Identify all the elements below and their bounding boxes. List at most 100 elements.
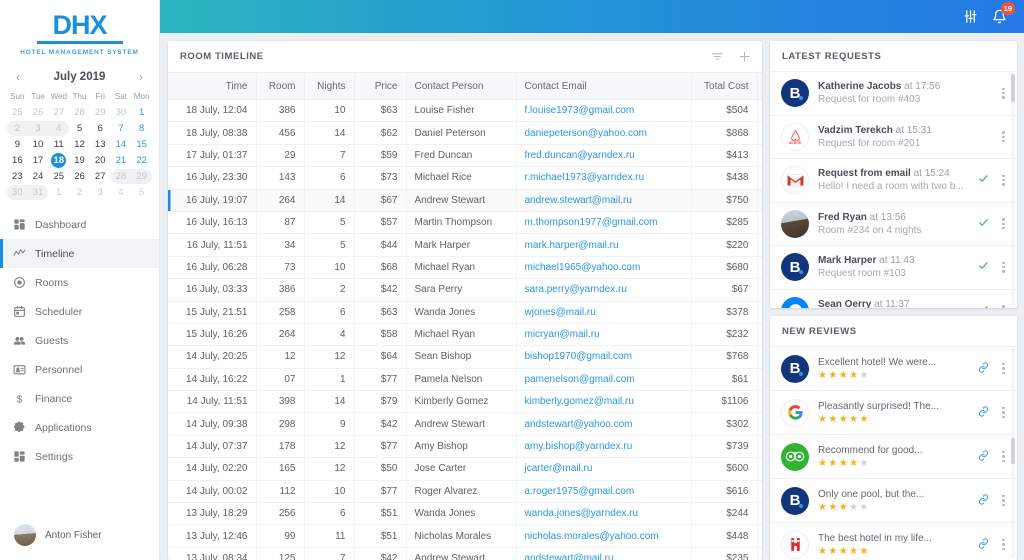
table-row[interactable]: 15 July, 21:51 258 6 $63 Wanda Jones wjones@m… [168, 301, 762, 324]
calendar-day[interactable]: 27 [48, 105, 69, 120]
calendar-day[interactable]: 26 [28, 105, 49, 120]
table-row[interactable]: 14 July, 11:51 398 14 $79 Kimberly Gomez kimb… [168, 390, 762, 414]
status-badge[interactable]: not paid [757, 121, 762, 145]
calendar-day[interactable]: 31 [27, 185, 49, 200]
cell-email[interactable]: f.louise1973@gmail.com [516, 99, 692, 123]
cell-email[interactable]: mark.harper@mail.ru [516, 233, 692, 257]
sidebar-item-applications[interactable]: Applications [0, 413, 159, 442]
email-link[interactable]: amy.bishop@yarndex.ru [525, 441, 633, 452]
email-link[interactable]: mark.harper@mail.ru [525, 240, 619, 251]
status-badge[interactable]: paid [757, 211, 762, 235]
sliders-icon[interactable] [963, 9, 978, 24]
email-link[interactable]: daniepeterson@yahoo.com [525, 128, 647, 139]
table-row[interactable]: 14 July, 16:22 07 1 $77 Pamela Nelson pamenel… [168, 368, 762, 392]
calendar-day[interactable]: 9 [7, 137, 28, 152]
calendar-day[interactable]: 22 [131, 153, 152, 168]
table-row[interactable]: 13 July, 12:46 99 11 $51 Nicholas Morales nic… [168, 524, 762, 548]
email-link[interactable]: m.thompson1977@gmail.com [525, 217, 658, 228]
request-item[interactable]: airbnb Vadzim Terekch at 15:31 Request for… [770, 114, 1017, 159]
email-link[interactable]: andstewart@yahoo.com [525, 419, 633, 430]
table-row[interactable]: 14 July, 20:25 12 12 $64 Sean Bishop bishop19… [168, 345, 762, 369]
reviews-scrollbar-thumb[interactable] [1011, 438, 1015, 464]
review-menu-icon[interactable] [999, 449, 1008, 464]
email-link[interactable]: andrew.stewart@mail.ru [525, 195, 632, 206]
column-header-time[interactable]: Time [168, 72, 257, 100]
calendar-day[interactable]: 7 [111, 121, 132, 136]
table-row[interactable]: 13 July, 08:34 125 7 $42 Andrew Stewart andst… [168, 547, 762, 560]
check-icon[interactable] [977, 217, 990, 231]
column-header-room[interactable]: Room [256, 72, 305, 100]
calendar-day[interactable]: 13 [90, 137, 111, 152]
review-item[interactable]: Recommend for good... ★★★★★ [770, 434, 1017, 478]
status-badge[interactable]: paid [757, 99, 762, 123]
cell-email[interactable]: wanda.jones@yarndex.ru [516, 502, 692, 526]
calendar-day[interactable]: 25 [48, 169, 69, 184]
sidebar-item-settings[interactable]: Settings [0, 442, 159, 471]
table-scroll-region[interactable]: Time Room Nights Price Contact Person Contact… [168, 72, 762, 560]
email-link[interactable]: jcarter@mail.ru [525, 463, 593, 474]
calendar-day[interactable]: 3 [90, 185, 111, 200]
calendar-day[interactable]: 2 [7, 121, 28, 136]
sidebar-item-guests[interactable]: Guests [0, 326, 159, 355]
filter-icon[interactable] [711, 50, 724, 63]
check-icon[interactable] [977, 304, 990, 308]
calendar-prev-icon[interactable]: ‹ [11, 70, 25, 84]
cell-email[interactable]: wjones@mail.ru [516, 301, 692, 324]
sidebar-item-dashboard[interactable]: Dashboard [0, 210, 159, 239]
status-badge[interactable]: booked [757, 323, 762, 347]
status-badge[interactable]: booked [757, 390, 762, 414]
calendar-day[interactable]: 30 [7, 185, 28, 200]
cell-email[interactable]: fred.duncan@yarndex.ru [516, 144, 692, 168]
email-link[interactable]: wanda.jones@yarndex.ru [525, 508, 639, 519]
calendar-day[interactable]: 5 [131, 185, 152, 200]
cell-email[interactable]: kimberly.gomez@mail.ru [516, 390, 692, 414]
calendar-day[interactable]: 28 [110, 169, 132, 184]
table-row[interactable]: 14 July, 00:02 112 10 $77 Roger Alvarez a.rog… [168, 480, 762, 504]
plus-icon[interactable] [738, 50, 751, 63]
calendar-day[interactable]: 15 [131, 137, 152, 152]
email-link[interactable]: f.louise1973@gmail.com [525, 105, 635, 116]
calendar-day[interactable]: 18 [48, 153, 69, 168]
cell-email[interactable]: jcarter@mail.ru [516, 457, 692, 481]
email-link[interactable]: pamenelson@gmail.com [525, 374, 635, 385]
calendar-next-icon[interactable]: › [134, 70, 148, 84]
email-link[interactable]: bishop1970@gmail.com [525, 351, 632, 362]
calendar-day[interactable]: 4 [111, 185, 132, 200]
calendar-day[interactable]: 11 [48, 137, 69, 152]
calendar-day[interactable]: 4 [48, 121, 70, 136]
sidebar-user[interactable]: Anton Fisher [0, 524, 159, 560]
sidebar-item-scheduler[interactable]: Scheduler [0, 297, 159, 326]
calendar-day[interactable]: 1 [48, 185, 69, 200]
calendar-day[interactable]: 10 [28, 137, 49, 152]
cell-email[interactable]: micryan@mail.ru [516, 323, 692, 347]
cell-email[interactable]: a.roger1975@gmail.com [516, 480, 692, 504]
status-badge[interactable]: paid [757, 345, 762, 369]
email-link[interactable]: michael1965@yahoo.com [525, 262, 641, 273]
column-header-total-cost[interactable]: Total Cost [691, 72, 758, 100]
status-badge[interactable]: not paid [757, 457, 762, 481]
request-item[interactable]: Request from email at 15:24 Hello! I need… [770, 158, 1017, 202]
status-badge[interactable]: not paid [757, 368, 762, 392]
column-header-nights[interactable]: Nights [304, 72, 355, 100]
calendar-day[interactable]: 20 [90, 153, 111, 168]
logo[interactable]: DHX HOTEL MANAGEMENT SYSTEM [0, 0, 159, 66]
status-badge[interactable]: paid [757, 435, 762, 459]
link-icon[interactable] [976, 360, 990, 378]
calendar-day[interactable]: 25 [7, 105, 28, 120]
calendar-day[interactable]: 16 [7, 153, 28, 168]
table-row[interactable]: 16 July, 23:30 143 6 $73 Michael Rice r.micha… [168, 166, 762, 190]
request-menu-icon[interactable] [999, 303, 1008, 308]
calendar-day[interactable]: 24 [28, 169, 49, 184]
review-menu-icon[interactable] [999, 405, 1008, 420]
sidebar-item-timeline[interactable]: Timeline [0, 239, 159, 268]
column-header-contact-person[interactable]: Contact Person [406, 72, 517, 100]
calendar-day[interactable]: 8 [131, 121, 152, 136]
calendar-day[interactable]: 27 [90, 169, 111, 184]
table-row[interactable]: 16 July, 11:51 34 5 $44 Mark Harper mark.harp… [168, 233, 762, 257]
table-row[interactable]: 15 July, 16:26 264 4 $58 Michael Ryan micryan… [168, 323, 762, 347]
review-item[interactable]: The best hotel in my life... ★★★★★ [770, 522, 1017, 560]
table-row[interactable]: 16 July, 19:07 264 14 $67 Andrew Stewart andr… [168, 189, 762, 212]
calendar-day[interactable]: 3 [27, 121, 49, 136]
table-row[interactable]: 14 July, 09:38 298 9 $42 Andrew Stewart andst… [168, 412, 762, 436]
cell-email[interactable]: m.thompson1977@gmail.com [516, 211, 692, 235]
